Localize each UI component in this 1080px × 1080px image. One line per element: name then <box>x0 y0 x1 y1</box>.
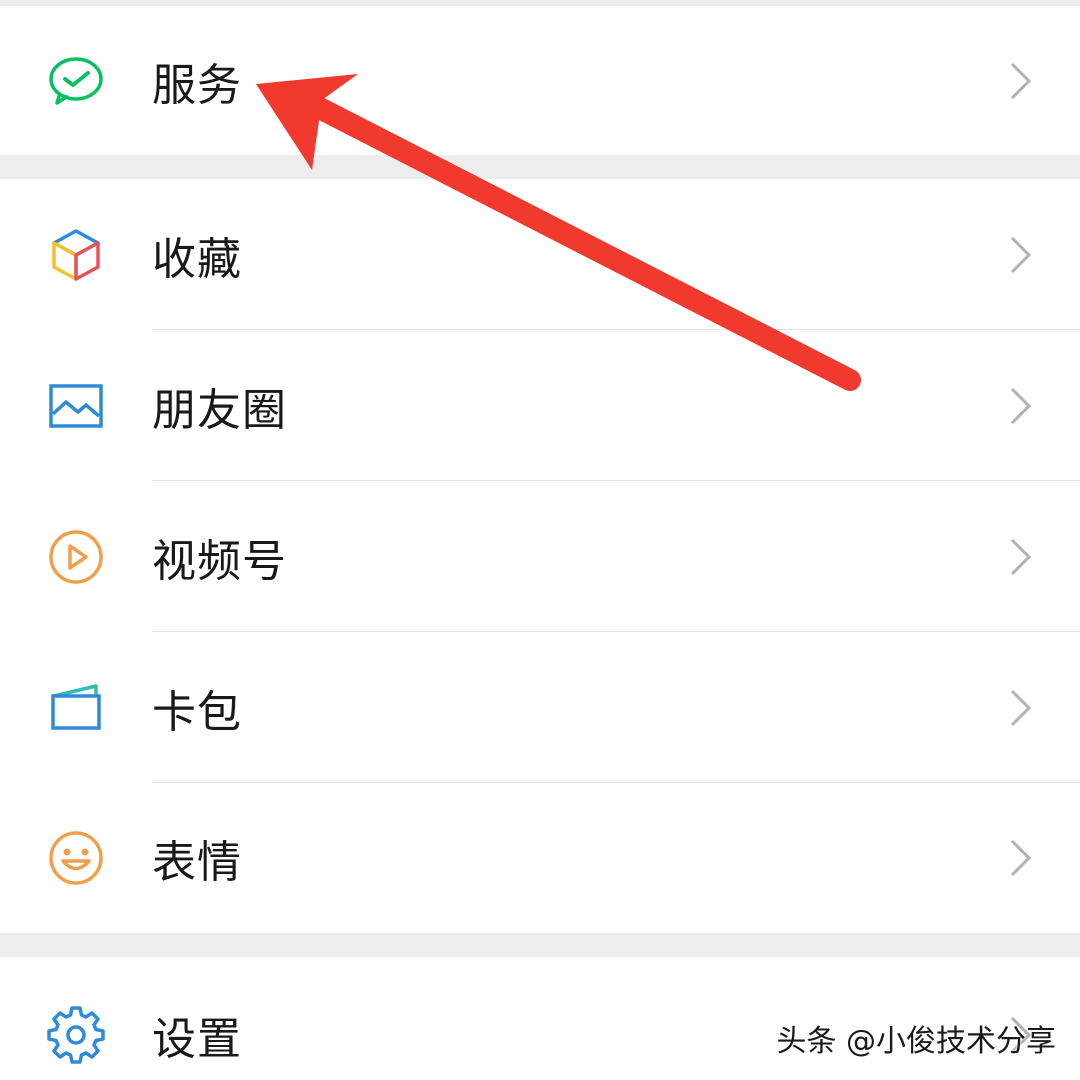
chevron-right-icon <box>1008 386 1034 426</box>
menu-item-stickers[interactable]: 表情 <box>0 783 1080 933</box>
chevron-right-icon <box>1008 61 1034 101</box>
chevron-right-icon <box>1008 838 1034 878</box>
services-section: 服务 <box>0 6 1080 155</box>
menu-item-label: 设置 <box>152 1014 242 1065</box>
menu-item-cards[interactable]: 卡包 <box>0 632 1080 783</box>
smiley-icon <box>46 828 106 888</box>
picture-icon <box>46 376 106 436</box>
play-circle-icon <box>46 527 106 587</box>
watermark: 头条 @小俊技术分享 <box>776 1024 1056 1059</box>
features-section: 收藏 朋友圈 视频号 卡包 表情 <box>0 179 1080 933</box>
menu-item-label: 视频号 <box>152 535 287 587</box>
menu-item-label: 卡包 <box>152 686 242 738</box>
menu-item-label: 收藏 <box>152 233 242 285</box>
wechat-pay-check-icon <box>46 51 106 111</box>
menu-item-favorites[interactable]: 收藏 <box>0 179 1080 330</box>
cube-icon <box>46 225 106 285</box>
gear-icon <box>46 1005 106 1065</box>
me-menu-screen: 服务 收藏 朋友圈 视频号 卡包 表情 设置 头条 @小俊技术分享 <box>0 0 1080 1080</box>
chevron-right-icon <box>1008 537 1034 577</box>
menu-item-label: 表情 <box>152 837 242 888</box>
menu-item-label: 朋友圈 <box>152 384 287 436</box>
chevron-right-icon <box>1008 235 1034 275</box>
menu-item-label: 服务 <box>152 59 242 111</box>
menu-item-services[interactable]: 服务 <box>0 6 1080 155</box>
menu-item-moments[interactable]: 朋友圈 <box>0 330 1080 481</box>
chevron-right-icon <box>1008 688 1034 728</box>
wallet-icon <box>46 678 106 738</box>
menu-item-channels[interactable]: 视频号 <box>0 481 1080 632</box>
